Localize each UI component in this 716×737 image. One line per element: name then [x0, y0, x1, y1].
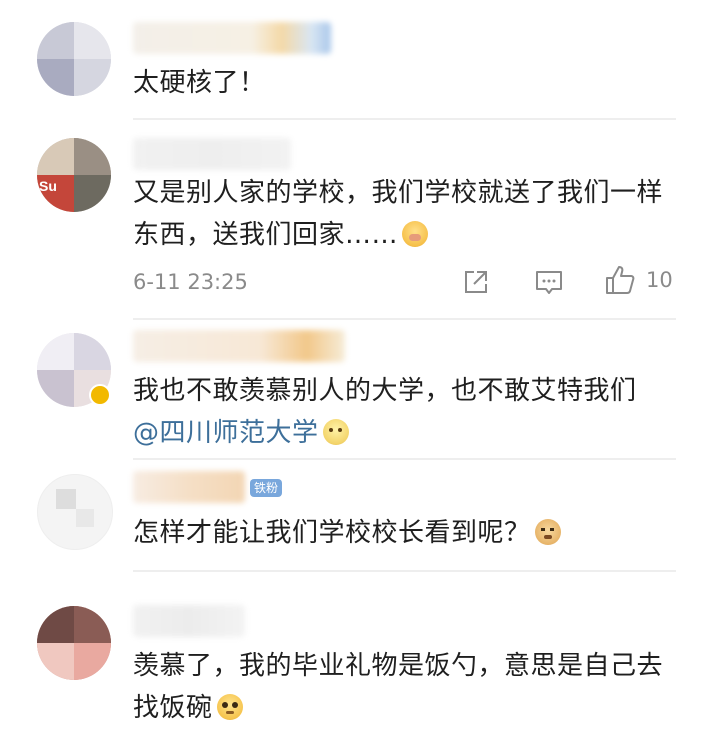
vip-badge-icon — [89, 384, 111, 406]
mention-link[interactable]: @四川师范大学 — [133, 418, 319, 448]
avatar[interactable]: Su — [37, 138, 111, 212]
share-button[interactable] — [462, 268, 490, 296]
like-button[interactable]: 10 — [604, 264, 674, 298]
divider — [133, 570, 676, 572]
divider — [133, 118, 676, 120]
thumbs-up-icon — [606, 266, 635, 294]
avatar[interactable] — [37, 474, 113, 550]
comment-text: 太硬核了！ — [133, 62, 676, 104]
shushing-face-emoji-icon — [402, 221, 429, 247]
avatar[interactable] — [37, 22, 111, 96]
username[interactable] — [133, 605, 245, 637]
divider — [133, 458, 676, 460]
comment-text-content: 太硬核了！ — [133, 68, 266, 98]
comment-timestamp: 6-11 23:25 — [133, 270, 248, 294]
fan-badge: 铁粉 — [250, 479, 283, 497]
doge-emoji-icon — [534, 519, 561, 545]
comment-button[interactable] — [534, 268, 564, 298]
comment-text: 我也不敢羡慕别人的大学，也不敢艾特我们 @四川师范大学 — [133, 370, 676, 454]
username[interactable] — [133, 138, 291, 170]
username[interactable] — [133, 330, 345, 362]
smiling-face-emoji-icon — [322, 419, 349, 445]
pleading-face-emoji-icon — [216, 694, 243, 720]
divider — [133, 318, 676, 320]
share-icon — [465, 271, 487, 293]
username[interactable] — [133, 22, 331, 54]
comment-text-content: 羡慕了，我的毕业礼物是饭勺，意思是自己去找饭碗 — [133, 651, 664, 723]
comment-text: 又是别人家的学校，我们学校就送了我们一样东西，送我们回家…… — [133, 172, 676, 256]
comment-text-content: 又是别人家的学校，我们学校就送了我们一样东西，送我们回家…… — [133, 178, 664, 250]
avatar[interactable] — [37, 606, 111, 680]
avatar-brand-label: Su — [39, 178, 57, 194]
comment-text-content: 我也不敢羡慕别人的大学，也不敢艾特我们 — [133, 376, 637, 406]
comment-text: 怎样才能让我们学校校长看到呢？ — [133, 512, 676, 554]
like-count: 10 — [646, 268, 673, 292]
comment-text-content: 怎样才能让我们学校校长看到呢？ — [133, 518, 531, 548]
username[interactable] — [133, 471, 245, 503]
comment-text: 羡慕了，我的毕业礼物是饭勺，意思是自己去找饭碗 — [133, 645, 676, 729]
comment-icon — [536, 271, 562, 294]
